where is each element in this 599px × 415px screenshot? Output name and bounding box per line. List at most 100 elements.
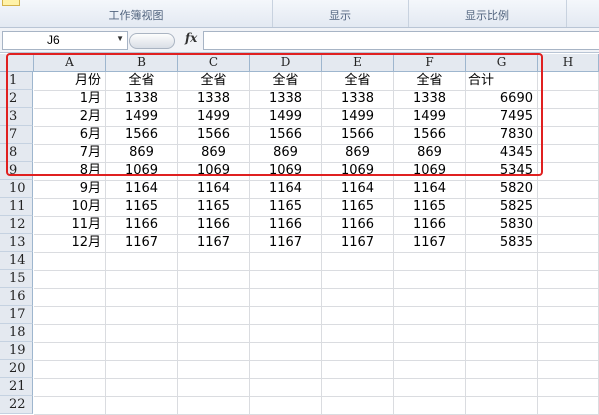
cell-g16[interactable] — [466, 288, 538, 306]
row-header[interactable]: 9 — [0, 162, 33, 180]
row-header[interactable]: 16 — [0, 288, 33, 306]
row-header[interactable]: 13 — [0, 234, 33, 252]
cell-f19[interactable] — [394, 342, 466, 360]
cell-c8[interactable]: 869 — [178, 144, 250, 162]
name-box[interactable]: J6 ▼ — [2, 31, 128, 50]
cell-d16[interactable] — [250, 288, 322, 306]
cell-h1[interactable] — [538, 72, 599, 90]
cell-c15[interactable] — [178, 270, 250, 288]
cell-b15[interactable] — [106, 270, 178, 288]
cell-e22[interactable] — [322, 396, 394, 414]
cell-e7[interactable]: 1566 — [322, 126, 394, 144]
row-header[interactable]: 20 — [0, 360, 33, 378]
cell-c21[interactable] — [178, 378, 250, 396]
cell-h19[interactable] — [538, 342, 599, 360]
column-header-e[interactable]: E — [322, 54, 394, 72]
cell-a3[interactable]: 2月 — [34, 108, 106, 126]
cell-h7[interactable] — [538, 126, 599, 144]
cell-h2[interactable] — [538, 90, 599, 108]
cell-b14[interactable] — [106, 252, 178, 270]
row-header[interactable]: 1 — [0, 72, 33, 90]
cell-b7[interactable]: 1566 — [106, 126, 178, 144]
cell-a19[interactable] — [34, 342, 106, 360]
cell-c3[interactable]: 1499 — [178, 108, 250, 126]
cell-b9[interactable]: 1069 — [106, 162, 178, 180]
cell-g22[interactable] — [466, 396, 538, 414]
cell-b18[interactable] — [106, 324, 178, 342]
cell-g19[interactable] — [466, 342, 538, 360]
cell-e8[interactable]: 869 — [322, 144, 394, 162]
cell-d21[interactable] — [250, 378, 322, 396]
cell-f10[interactable]: 1164 — [394, 180, 466, 198]
cell-h11[interactable] — [538, 198, 599, 216]
cell-f16[interactable] — [394, 288, 466, 306]
row-header[interactable]: 10 — [0, 180, 33, 198]
cell-b13[interactable]: 1167 — [106, 234, 178, 252]
cell-a18[interactable] — [34, 324, 106, 342]
cell-b11[interactable]: 1165 — [106, 198, 178, 216]
cell-f14[interactable] — [394, 252, 466, 270]
cell-c20[interactable] — [178, 360, 250, 378]
cell-e18[interactable] — [322, 324, 394, 342]
row-header[interactable]: 15 — [0, 270, 33, 288]
cell-a21[interactable] — [34, 378, 106, 396]
cell-g3[interactable]: 7495 — [466, 108, 538, 126]
cell-f15[interactable] — [394, 270, 466, 288]
cell-b3[interactable]: 1499 — [106, 108, 178, 126]
cell-h13[interactable] — [538, 234, 599, 252]
cell-c14[interactable] — [178, 252, 250, 270]
cell-f3[interactable]: 1499 — [394, 108, 466, 126]
cell-a8[interactable]: 7月 — [34, 144, 106, 162]
row-header[interactable]: 8 — [0, 144, 33, 162]
cell-c11[interactable]: 1165 — [178, 198, 250, 216]
row-header[interactable]: 12 — [0, 216, 33, 234]
column-header-h[interactable]: H — [538, 54, 599, 72]
cell-f18[interactable] — [394, 324, 466, 342]
column-header-c[interactable]: C — [178, 54, 250, 72]
cell-f7[interactable]: 1566 — [394, 126, 466, 144]
cell-d1[interactable]: 全省 — [250, 72, 322, 90]
cell-d22[interactable] — [250, 396, 322, 414]
row-header[interactable]: 3 — [0, 108, 33, 126]
cell-e11[interactable]: 1165 — [322, 198, 394, 216]
cell-a7[interactable]: 6月 — [34, 126, 106, 144]
cell-g17[interactable] — [466, 306, 538, 324]
cell-e20[interactable] — [322, 360, 394, 378]
column-header-a[interactable]: A — [34, 54, 106, 72]
cell-d2[interactable]: 1338 — [250, 90, 322, 108]
cell-a16[interactable] — [34, 288, 106, 306]
row-header[interactable]: 18 — [0, 324, 33, 342]
cell-e2[interactable]: 1338 — [322, 90, 394, 108]
cell-c16[interactable] — [178, 288, 250, 306]
cell-c1[interactable]: 全省 — [178, 72, 250, 90]
cell-h9[interactable] — [538, 162, 599, 180]
cell-h21[interactable] — [538, 378, 599, 396]
cell-f12[interactable]: 1166 — [394, 216, 466, 234]
cell-f22[interactable] — [394, 396, 466, 414]
cell-g1[interactable]: 合计 — [466, 72, 538, 90]
select-all-corner[interactable] — [0, 54, 34, 72]
cell-b21[interactable] — [106, 378, 178, 396]
insert-function-icon[interactable]: fx — [185, 31, 197, 45]
cell-g18[interactable] — [466, 324, 538, 342]
row-header[interactable]: 21 — [0, 378, 33, 396]
cell-f8[interactable]: 869 — [394, 144, 466, 162]
cell-f9[interactable]: 1069 — [394, 162, 466, 180]
cell-d7[interactable]: 1566 — [250, 126, 322, 144]
cell-b19[interactable] — [106, 342, 178, 360]
cell-h8[interactable] — [538, 144, 599, 162]
cell-b12[interactable]: 1166 — [106, 216, 178, 234]
cell-e9[interactable]: 1069 — [322, 162, 394, 180]
cell-h16[interactable] — [538, 288, 599, 306]
cell-d8[interactable]: 869 — [250, 144, 322, 162]
cell-h14[interactable] — [538, 252, 599, 270]
cell-g9[interactable]: 5345 — [466, 162, 538, 180]
cell-h10[interactable] — [538, 180, 599, 198]
row-header[interactable]: 22 — [0, 396, 33, 414]
cell-h18[interactable] — [538, 324, 599, 342]
formula-bar-handle[interactable] — [129, 33, 175, 49]
cell-h15[interactable] — [538, 270, 599, 288]
cell-g2[interactable]: 6690 — [466, 90, 538, 108]
cell-a11[interactable]: 10月 — [34, 198, 106, 216]
cell-c13[interactable]: 1167 — [178, 234, 250, 252]
